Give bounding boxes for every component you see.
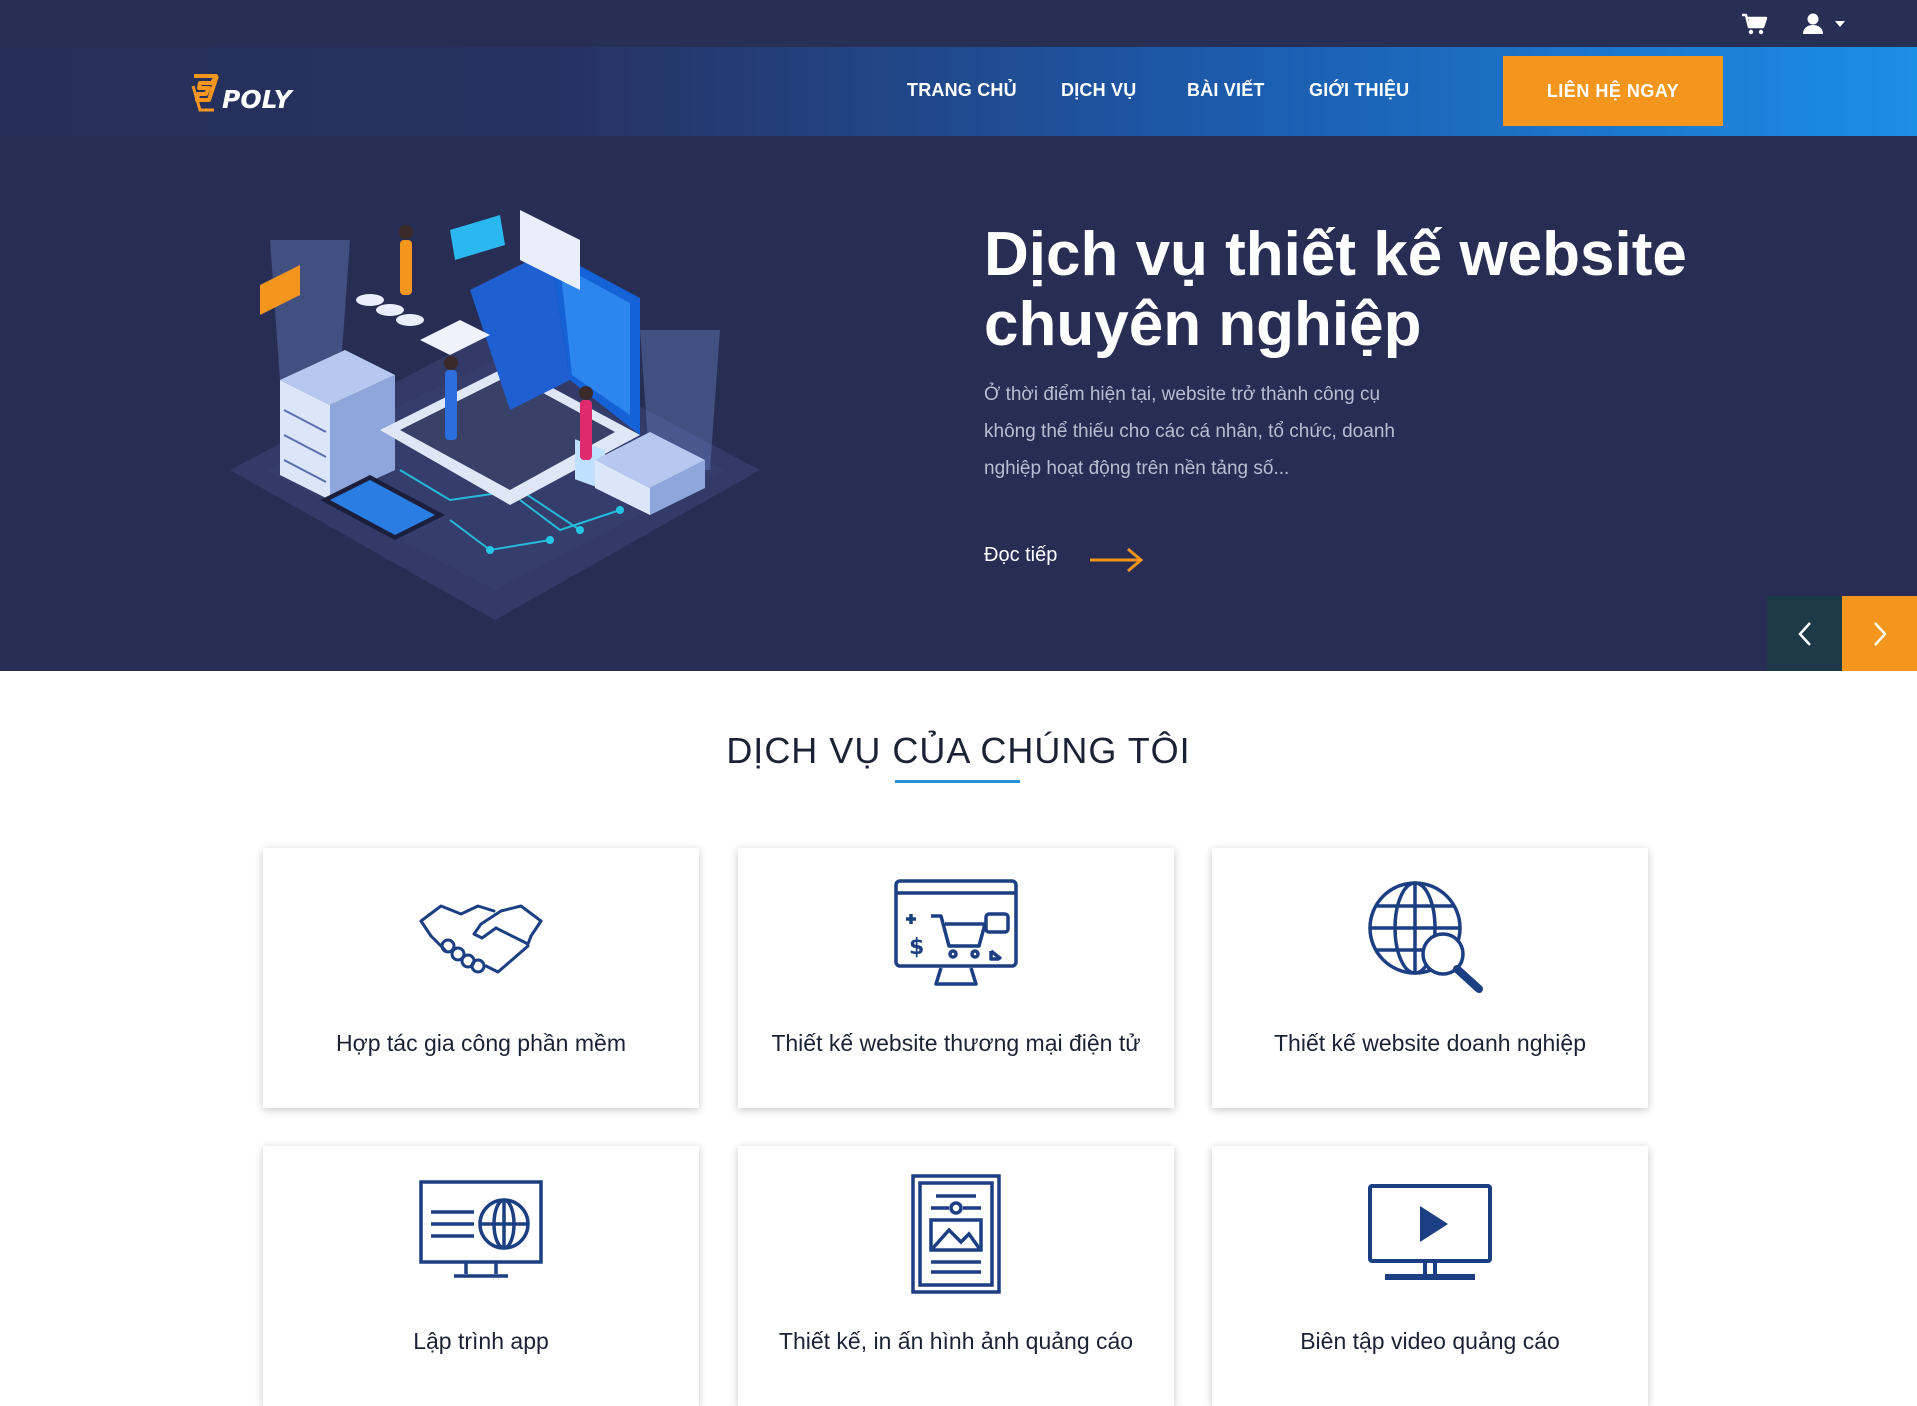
service-card-label: Thiết kế website thương mại điện tử xyxy=(771,1030,1141,1056)
chevron-right-icon xyxy=(1873,621,1887,646)
top-bar xyxy=(0,0,1917,47)
service-card-print-advertising[interactable]: Thiết kế, in ấn hình ảnh quảng cáo xyxy=(738,1146,1174,1406)
svg-text:$: $ xyxy=(909,935,924,960)
nav-item-posts[interactable]: BÀI VIẾT xyxy=(1187,80,1265,101)
handshake-icon xyxy=(419,904,543,974)
hero-desc-line-3: nghiệp hoạt động trên nền tảng số... xyxy=(984,458,1290,479)
services-title: DỊCH VỤ CỦA CHÚNG TÔI xyxy=(726,730,1191,771)
ecommerce-icon: $ xyxy=(894,879,1018,986)
service-card-app-development[interactable]: Lập trình app xyxy=(263,1146,699,1406)
service-card-label: Thiết kế website doanh nghiệp xyxy=(1274,1030,1586,1056)
contact-now-button[interactable]: LIÊN HỆ NGAY xyxy=(1503,56,1723,126)
service-card-label: Biên tập video quảng cáo xyxy=(1300,1328,1560,1354)
hero-title-line-1: Dịch vụ thiết kế website xyxy=(984,220,1687,289)
slider-next-button[interactable] xyxy=(1842,596,1917,671)
hero-desc-line-1: Ở thời điểm hiện tại, website trở thành … xyxy=(984,384,1381,405)
nav-item-home[interactable]: TRANG CHỦ xyxy=(907,80,1017,101)
chevron-down-icon xyxy=(1835,21,1845,27)
chevron-left-icon xyxy=(1797,621,1811,646)
slider-prev-button[interactable] xyxy=(1767,596,1842,671)
arrow-right-icon[interactable] xyxy=(1088,546,1144,574)
logo[interactable]: POLY xyxy=(190,72,302,116)
service-card-video-editing[interactable]: Biên tập video quảng cáo xyxy=(1212,1146,1648,1406)
service-card-business-website[interactable]: Thiết kế website doanh nghiệp xyxy=(1212,848,1648,1108)
globe-search-icon xyxy=(1368,881,1483,993)
hero-description: Ở thời điểm hiện tại, website trở thành … xyxy=(984,376,1444,487)
svg-text:POLY: POLY xyxy=(222,85,295,114)
title-underline xyxy=(895,780,1020,783)
service-card-label: Lập trình app xyxy=(413,1328,549,1354)
monitor-globe-icon xyxy=(419,1180,543,1278)
service-card-ecommerce[interactable]: $ Thiết kế website thương mại điện tử xyxy=(738,848,1174,1108)
user-icon[interactable] xyxy=(1802,12,1850,36)
print-document-icon xyxy=(911,1174,1001,1294)
nav-item-about[interactable]: GIỚI THIỆU xyxy=(1309,80,1409,101)
service-card-label: Thiết kế, in ấn hình ảnh quảng cáo xyxy=(778,1328,1134,1354)
hero-title-line-2: chuyên nghiệp xyxy=(984,290,1422,359)
service-card-label: Hợp tác gia công phần mềm xyxy=(336,1030,626,1056)
hero-title: Dịch vụ thiết kế website chuyên nghiệp xyxy=(984,220,1744,360)
nav-item-services[interactable]: DỊCH VỤ xyxy=(1061,80,1136,101)
hero-illustration xyxy=(230,210,760,620)
video-play-icon xyxy=(1368,1184,1492,1280)
hero-desc-line-2: không thể thiếu cho các cá nhân, tổ chức… xyxy=(984,421,1395,442)
read-more-link[interactable]: Đọc tiếp xyxy=(984,544,1057,567)
service-card-outsourcing[interactable]: Hợp tác gia công phần mềm xyxy=(263,848,699,1108)
cart-icon[interactable] xyxy=(1740,12,1770,36)
